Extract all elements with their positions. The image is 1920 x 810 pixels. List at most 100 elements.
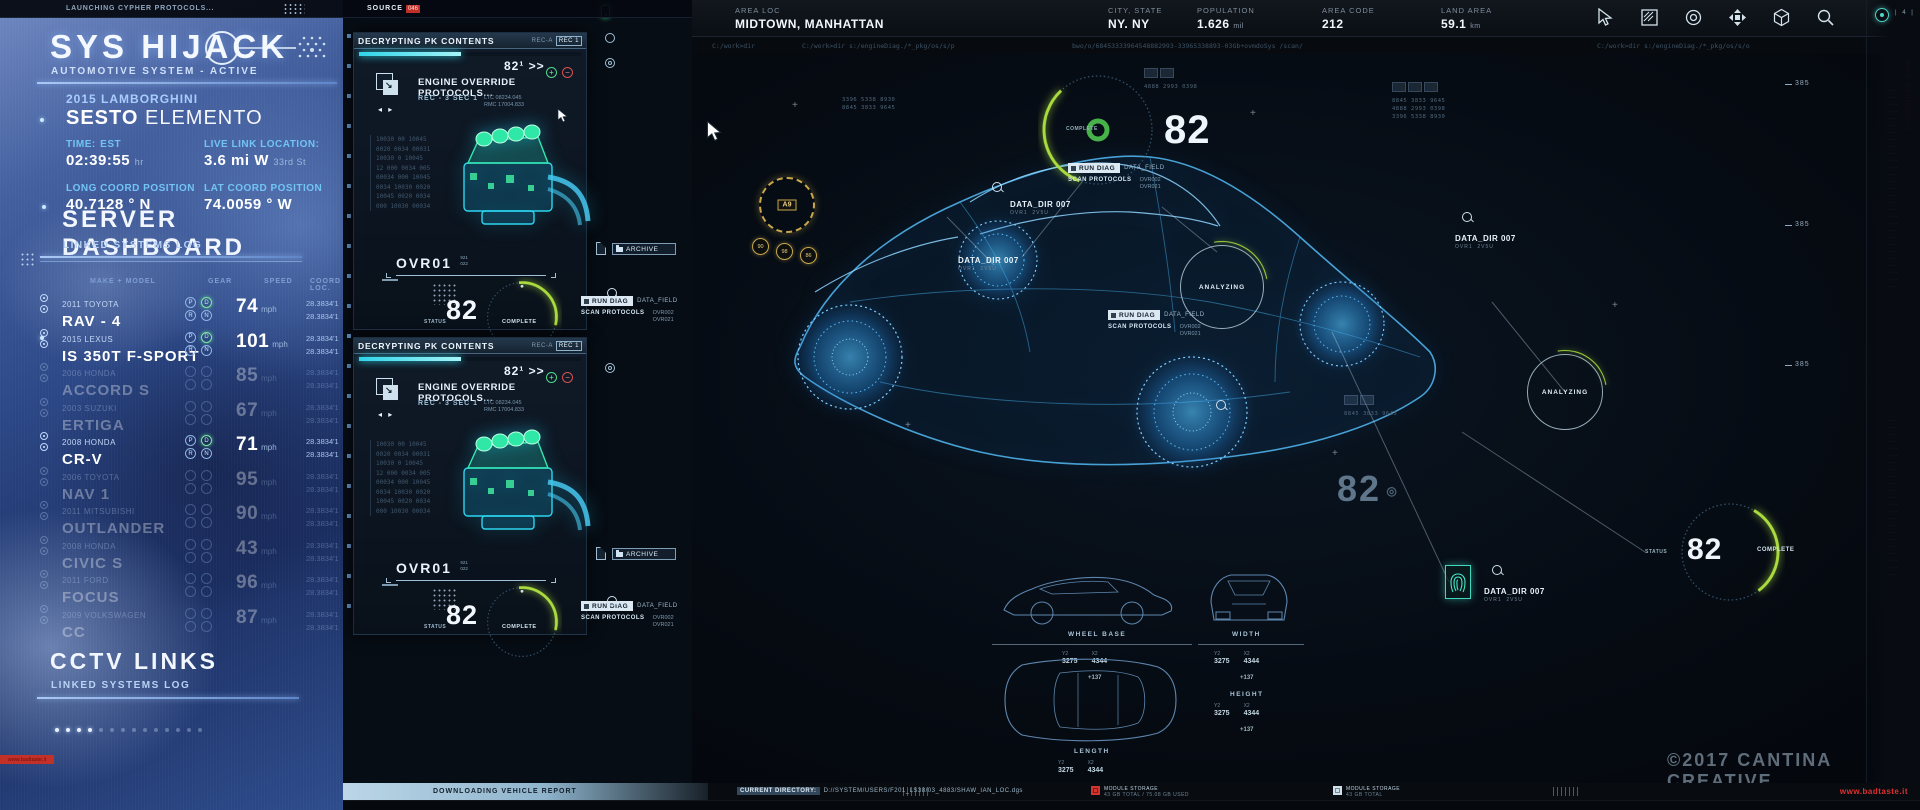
time-zone: EST: [100, 139, 121, 150]
row-speed: 67mph: [236, 400, 308, 422]
time-value: 02:39:55 hr: [66, 152, 204, 169]
document-icon[interactable]: [596, 242, 606, 255]
table-row[interactable]: 2003 SUZUKIERTIGA 67mph 28.3834'128.3834…: [38, 398, 340, 433]
ovr-label: OVR01: [396, 560, 452, 576]
page-subtitle: AUTOMOTIVE SYSTEM - ACTIVE: [51, 66, 259, 77]
search-icon[interactable]: [607, 596, 619, 608]
gear-indicator[interactable]: [185, 401, 215, 425]
gear-indicator[interactable]: PDRN: [185, 332, 215, 356]
divider: [37, 82, 337, 84]
gear-indicator[interactable]: [185, 573, 215, 597]
decrypt-progress-bar: [359, 357, 581, 361]
rec-1-button[interactable]: REC 1: [556, 36, 582, 46]
table-row[interactable]: 2011 FORDFOCUS 96mph 28.3834'128.3834'1: [38, 570, 340, 605]
archive-button[interactable]: ARCHIVE: [612, 548, 676, 560]
livelink-label: LIVE LINK LOCATION:: [204, 139, 319, 150]
search-icon[interactable]: [1492, 565, 1504, 577]
status-label: STATUS: [424, 624, 446, 630]
table-row[interactable]: 2006 TOYOTANAV 1 95mph 28.3834'128.3834'…: [38, 467, 340, 502]
table-row[interactable]: 2011 TOYOTARAV - 4 PDRN 74mph 28.3834'12…: [38, 294, 340, 329]
row-coords: 28.3834'128.3834'1: [306, 573, 339, 599]
vehicle-model-bold: SESTO: [66, 107, 138, 129]
search-icon[interactable]: [992, 182, 1004, 194]
fingerprint-icon[interactable]: [1445, 565, 1471, 599]
search-icon[interactable]: [1462, 212, 1474, 224]
minus-button[interactable]: −: [562, 372, 573, 383]
city-state-field: CITY, STATENY. NY: [1108, 6, 1162, 31]
data-dir-label[interactable]: DATA_DIR 007OVR1 2V5U: [958, 256, 1019, 272]
move-tool-icon[interactable]: [1728, 8, 1747, 27]
gear-indicator[interactable]: [185, 539, 215, 563]
rec-line: REC - 3 SEC 1: [418, 95, 478, 102]
gold-node[interactable]: 90: [752, 238, 769, 255]
gear-indicator[interactable]: [185, 608, 215, 632]
crop-image-icon[interactable]: [1640, 8, 1659, 27]
top-status-strip: LAUNCHING CYPHER PROTOCOLS... SOURCE046: [0, 0, 692, 18]
cursor-tool-icon[interactable]: [1596, 8, 1615, 27]
data-dir-label[interactable]: DATA_DIR 007OVR1 2V5U: [1484, 587, 1545, 603]
gear-indicator[interactable]: PDRN: [185, 435, 215, 459]
table-row[interactable]: 2009 VOLKSWAGENCC 87mph 28.3834'128.3834…: [38, 605, 340, 640]
ovr-label-block: OVR01 921022: [396, 560, 546, 581]
plus-button[interactable]: +: [546, 67, 557, 78]
table-row[interactable]: 2008 HONDACR-V PDRN 71mph 28.3834'128.38…: [38, 432, 340, 467]
complete-label: COMPLETE: [502, 624, 537, 630]
run-diag-button[interactable]: RUN DIAG: [1068, 163, 1120, 173]
gear-indicator[interactable]: PDRN: [185, 297, 215, 321]
row-speed: 71mph: [236, 434, 308, 456]
gear-indicator[interactable]: [185, 504, 215, 528]
decrypt-counter: 82¹ >>: [504, 59, 545, 73]
rec-1-button[interactable]: REC 1: [556, 341, 582, 351]
decrypt-panel-2: DECRYPTING PK CONTENTS REC-A REC 1 82¹ >…: [353, 337, 587, 635]
search-icon[interactable]: [1816, 8, 1835, 27]
document-icon[interactable]: [596, 547, 606, 560]
population-field: POPULATION1.626 mil: [1197, 6, 1255, 31]
circle-icon[interactable]: [605, 33, 615, 43]
status-ring-icon[interactable]: [1875, 8, 1889, 22]
cube-3d-icon[interactable]: [1772, 8, 1791, 27]
row-coords: 28.3834'128.3834'1: [306, 504, 339, 530]
gold-node[interactable]: 98: [776, 243, 793, 260]
run-diag-button[interactable]: RUN DIAG: [1108, 310, 1160, 320]
vehicle-year-make: 2015 LAMBORGHINI: [66, 92, 263, 106]
row-speed: 101mph: [236, 331, 308, 353]
playback-controls[interactable]: ◂ ▸: [378, 105, 394, 114]
row-year-make: 2011 MITSUBISHI: [62, 507, 135, 516]
cmd-left: C:/work>dir: [712, 42, 755, 50]
row-model: RAV - 4: [62, 313, 121, 330]
minus-button[interactable]: −: [562, 67, 573, 78]
zoom-buttons: +−: [546, 372, 573, 383]
table-row[interactable]: 2008 HONDACIVIC S 43mph 28.3834'128.3834…: [38, 536, 340, 571]
lat-label: LAT COORD POSITION: [204, 183, 322, 194]
gold-node[interactable]: 86: [800, 247, 817, 264]
row-speed: 95mph: [236, 469, 308, 491]
data-dir-label[interactable]: DATA_DIR 007OVR1 2V5U: [1455, 234, 1516, 250]
sidebar: SYS HIJACK AUTOMOTIVE SYSTEM - ACTIVE 20…: [0, 0, 343, 810]
status-label: STATUS: [1645, 549, 1667, 555]
search-icon[interactable]: [1216, 400, 1228, 412]
signal-icons: [40, 605, 48, 627]
row-model: ERTIGA: [62, 417, 125, 434]
gear-indicator[interactable]: [185, 470, 215, 494]
archive-button[interactable]: ARCHIVE: [612, 243, 676, 255]
col-coord: COORD LOC.: [310, 278, 341, 292]
schematic-rear-view: [1204, 568, 1294, 628]
table-row[interactable]: 2006 HONDAACCORD S 85mph 28.3834'128.383…: [38, 363, 340, 398]
data-dir-label[interactable]: DATA_DIR 007OVR1 2V5U: [1010, 200, 1071, 216]
target-icon[interactable]: [605, 58, 615, 68]
pagination-dots[interactable]: [55, 728, 202, 732]
plus-button[interactable]: +: [546, 372, 557, 383]
livelink-street: 33rd St: [274, 157, 307, 167]
table-row[interactable]: 2015 LEXUSIS 350T F-SPORT PDRN 101mph 28…: [38, 329, 340, 364]
rail-marks: | 4 |: [1895, 10, 1915, 16]
target-icon[interactable]: [1684, 8, 1703, 27]
playback-controls[interactable]: ◂ ▸: [378, 410, 394, 419]
a9-marker[interactable]: A9: [759, 177, 815, 233]
cross-marker: +: [792, 100, 798, 111]
search-icon[interactable]: [607, 288, 619, 300]
vehicle-scan-pane: AREA LOCMIDTOWN, MANHATTAN CITY, STATENY…: [692, 0, 1920, 810]
row-year-make: 2006 TOYOTA: [62, 473, 120, 482]
ruler-mark: 385: [1795, 361, 1810, 368]
target-icon[interactable]: [605, 363, 615, 373]
gear-indicator[interactable]: [185, 366, 215, 390]
